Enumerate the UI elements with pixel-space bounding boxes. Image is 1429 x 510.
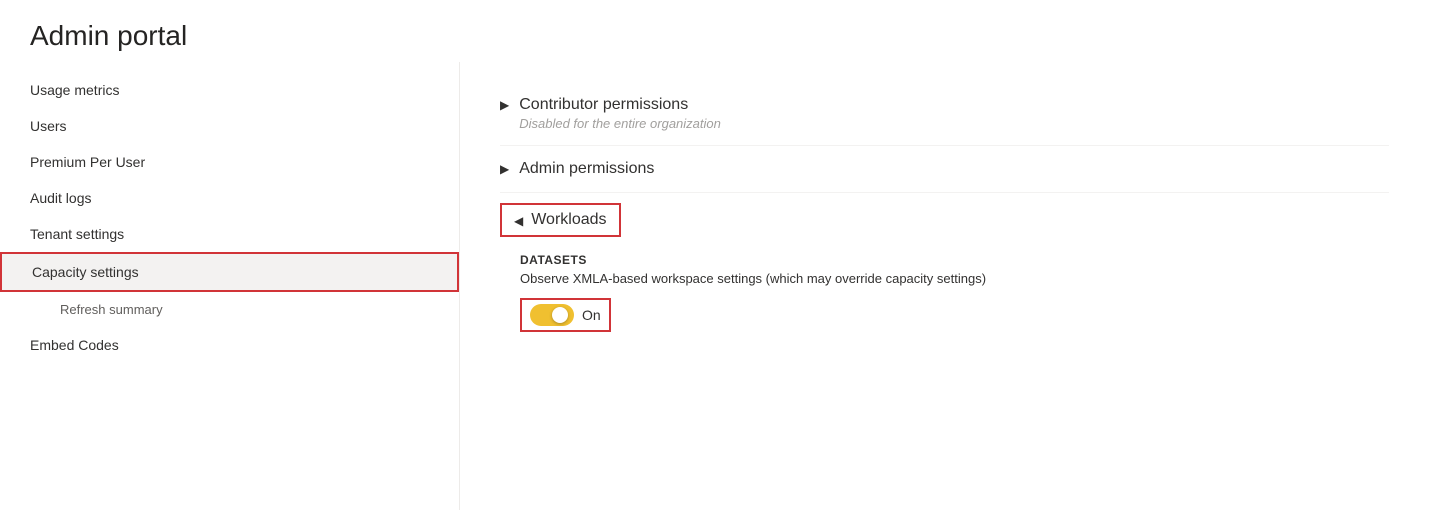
sidebar-item-usage-metrics[interactable]: Usage metrics bbox=[0, 72, 459, 108]
expand-icon-admin[interactable]: ▶ bbox=[500, 162, 509, 176]
toggle-thumb bbox=[552, 307, 568, 323]
contributor-permissions-subtitle: Disabled for the entire organization bbox=[519, 116, 721, 131]
expand-icon-contributor[interactable]: ▶ bbox=[500, 98, 509, 112]
sidebar-item-label: Tenant settings bbox=[30, 226, 124, 242]
sidebar-item-capacity-settings[interactable]: Capacity settings bbox=[0, 252, 459, 292]
sidebar-item-label: Users bbox=[30, 118, 67, 134]
workloads-title: Workloads bbox=[531, 211, 606, 229]
sidebar-item-premium-per-user[interactable]: Premium Per User bbox=[0, 144, 459, 180]
datasets-description: Observe XMLA-based workspace settings (w… bbox=[520, 271, 1389, 286]
sidebar-item-label: Audit logs bbox=[30, 190, 91, 206]
sidebar-item-users[interactable]: Users bbox=[0, 108, 459, 144]
sidebar: Usage metrics Users Premium Per User Aud… bbox=[0, 62, 460, 510]
sidebar-item-audit-logs[interactable]: Audit logs bbox=[0, 180, 459, 216]
sidebar-item-embed-codes[interactable]: Embed Codes bbox=[0, 327, 459, 363]
contributor-permissions-section: ▶ Contributor permissions Disabled for t… bbox=[500, 82, 1389, 146]
datasets-label: DATASETS bbox=[520, 253, 1389, 267]
workloads-section: ◀ Workloads DATASETS Observe XMLA-based … bbox=[500, 203, 1389, 332]
page-title: Admin portal bbox=[0, 0, 1429, 62]
admin-permissions-content: Admin permissions bbox=[519, 160, 654, 178]
sidebar-item-label: Refresh summary bbox=[60, 302, 163, 317]
workloads-header[interactable]: ◀ Workloads bbox=[500, 203, 621, 237]
expand-icon-workloads: ◀ bbox=[514, 214, 523, 228]
admin-permissions-section: ▶ Admin permissions bbox=[500, 146, 1389, 193]
contributor-permissions-title: Contributor permissions bbox=[519, 96, 721, 114]
sidebar-item-label: Capacity settings bbox=[32, 264, 139, 280]
sidebar-item-label: Premium Per User bbox=[30, 154, 145, 170]
sidebar-item-label: Usage metrics bbox=[30, 82, 119, 98]
sidebar-item-tenant-settings[interactable]: Tenant settings bbox=[0, 216, 459, 252]
contributor-permissions-content: Contributor permissions Disabled for the… bbox=[519, 96, 721, 131]
datasets-block: DATASETS Observe XMLA-based workspace se… bbox=[520, 253, 1389, 332]
page-container: Admin portal Usage metrics Users Premium… bbox=[0, 0, 1429, 510]
toggle-container: On bbox=[520, 298, 611, 332]
admin-permissions-title: Admin permissions bbox=[519, 160, 654, 178]
datasets-toggle[interactable] bbox=[530, 304, 574, 326]
content-area: ▶ Contributor permissions Disabled for t… bbox=[460, 62, 1429, 510]
toggle-label: On bbox=[582, 307, 601, 323]
sidebar-item-label: Embed Codes bbox=[30, 337, 119, 353]
main-layout: Usage metrics Users Premium Per User Aud… bbox=[0, 62, 1429, 510]
toggle-row: On bbox=[520, 298, 1389, 332]
sidebar-item-refresh-summary[interactable]: Refresh summary bbox=[0, 292, 459, 327]
